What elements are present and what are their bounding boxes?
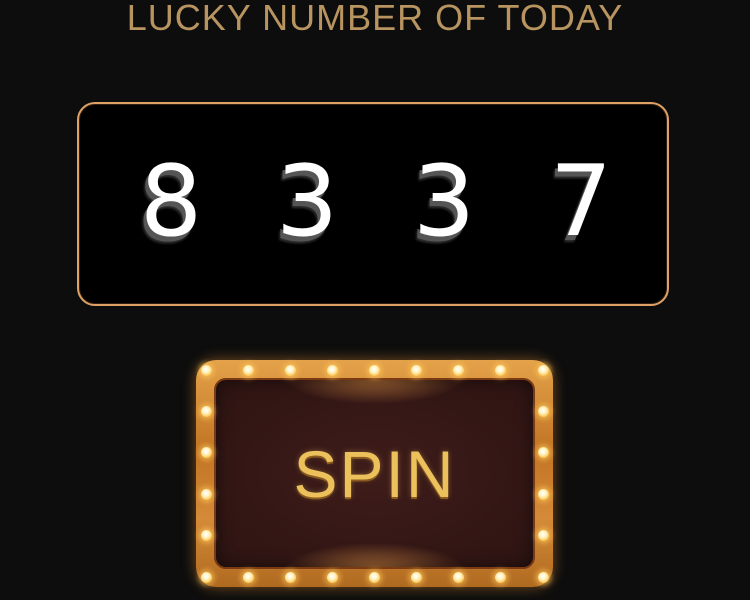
light-bulb-icon [411, 571, 423, 583]
light-bulb-icon [242, 571, 254, 583]
digit-4: 7 [549, 145, 613, 259]
light-bulb-icon [326, 364, 338, 376]
light-bulb-icon [284, 364, 296, 376]
light-bulb-icon [200, 405, 212, 417]
light-bulb-icon [537, 405, 549, 417]
light-bulb-icon [453, 571, 465, 583]
light-bulb-icon [537, 530, 549, 542]
light-bulb-icon [537, 488, 549, 500]
light-bulb-icon [537, 364, 549, 376]
light-bulb-icon [284, 571, 296, 583]
digit-2: 3 [275, 145, 339, 259]
light-bulb-icon [495, 571, 507, 583]
digit-1: 8 [139, 145, 203, 259]
light-bulb-icon [200, 364, 212, 376]
light-bulb-icon [242, 364, 254, 376]
page-title: LUCKY NUMBER OF TODAY [126, 0, 624, 38]
light-bulb-icon [200, 571, 212, 583]
digit-3: 3 [412, 145, 476, 259]
light-bulb-icon [453, 364, 465, 376]
spin-button-label: SPIN [293, 436, 456, 511]
light-bulb-icon [200, 530, 212, 542]
light-bulb-icon [411, 364, 423, 376]
light-bulb-icon [200, 488, 212, 500]
spin-button-face: SPIN [214, 378, 535, 569]
lucky-number-display: 8 3 3 7 [77, 102, 669, 306]
light-bulb-icon [369, 364, 380, 376]
spin-button[interactable]: SPIN [196, 360, 553, 587]
light-bulb-icon [537, 571, 549, 583]
light-bulb-icon [495, 364, 507, 376]
light-bulb-icon [200, 447, 212, 459]
light-bulb-icon [369, 571, 380, 583]
light-bulb-icon [537, 447, 549, 459]
light-bulb-icon [326, 571, 338, 583]
